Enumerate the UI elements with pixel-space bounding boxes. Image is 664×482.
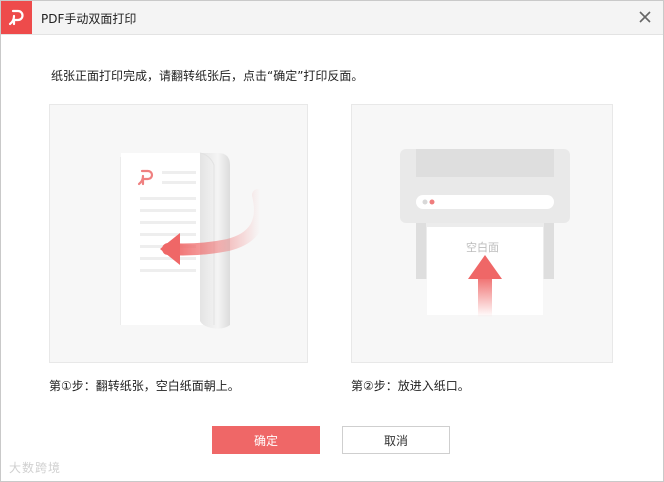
ok-button[interactable]: 确定	[212, 426, 320, 454]
title-bar: PDF手动双面打印	[1, 1, 663, 35]
dialog-title: PDF手动双面打印	[41, 12, 137, 26]
pdf-logo-icon	[1, 1, 32, 34]
close-icon[interactable]	[637, 9, 653, 25]
step-1-caption: 第①步：翻转纸张，空白纸面朝上。	[49, 379, 240, 393]
step-1-illustration	[49, 104, 308, 363]
step-2-caption: 第②步：放进入纸口。	[351, 379, 470, 393]
instruction-text: 纸张正面打印完成，请翻转纸张后，点击“确定”打印反面。	[51, 69, 364, 83]
blank-side-label: 空白面	[466, 241, 499, 254]
step-2-illustration: 空白面	[351, 104, 613, 363]
watermark: 大数跨境	[9, 461, 62, 475]
print-dialog: PDF手动双面打印 纸张正面打印完成，请翻转纸张后，点击“确定”打印反面。 空白…	[0, 0, 664, 482]
printer-feed-illustration	[400, 149, 570, 317]
cancel-button[interactable]: 取消	[342, 426, 450, 454]
flip-paper-illustration	[120, 152, 266, 329]
